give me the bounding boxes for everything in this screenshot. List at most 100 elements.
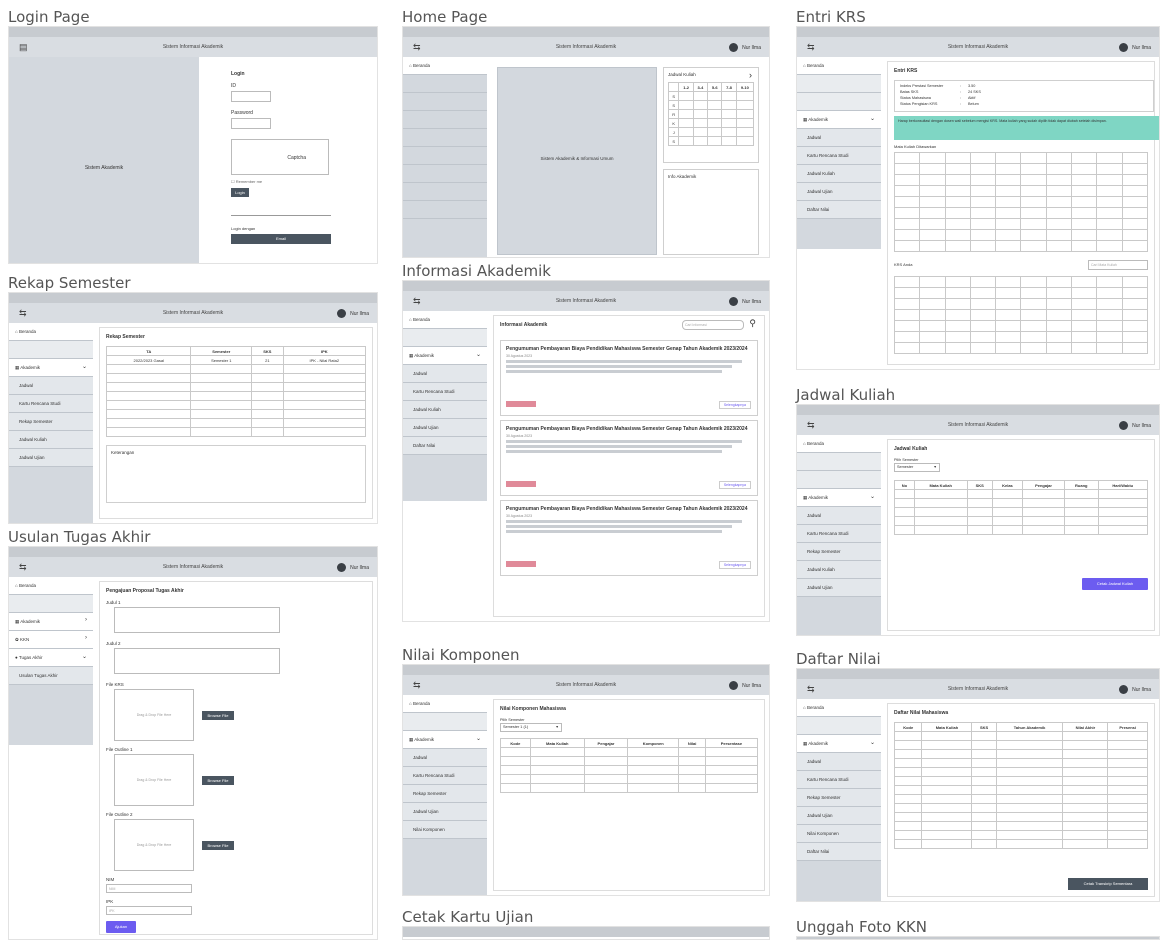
sidebar-item-krs[interactable]: Kartu Rencana Studi — [797, 771, 881, 789]
calendar-cell[interactable] — [678, 91, 694, 101]
sidebar-item-beranda[interactable]: ⌂ Beranda — [403, 57, 487, 75]
sidebar-item-tugas-akhir[interactable]: ● Tugas Akhir ⌄ — [9, 649, 93, 667]
sidebar-item-usulan[interactable]: Usulan Tugas Akhir — [9, 667, 93, 685]
login-button[interactable]: Login — [231, 188, 249, 197]
calendar-cell[interactable] — [692, 127, 709, 137]
sidebar-item-nilai-komponen[interactable]: Nilai Komponen — [797, 825, 881, 843]
sidebar-item[interactable] — [797, 93, 881, 111]
article-card[interactable]: Pengumuman Pembayaran Biaya Pendidikan M… — [500, 340, 758, 416]
calendar-cell[interactable] — [692, 136, 709, 146]
user-menu[interactable]: Nur Ilma — [337, 309, 369, 318]
sidebar-item-daftar-nilai[interactable]: Daftar Nilai — [403, 437, 487, 455]
sidebar-item[interactable] — [797, 471, 881, 489]
calendar-cell[interactable] — [692, 109, 709, 119]
sidebar-item-akademik[interactable]: ▦ Akademik ⌄ — [797, 489, 881, 507]
read-more-button[interactable]: Selengkapnya — [718, 401, 751, 409]
calendar-cell[interactable] — [707, 109, 723, 119]
calendar-cell[interactable] — [721, 100, 737, 110]
calendar-cell[interactable] — [735, 127, 755, 137]
sidebar-item-beranda[interactable]: ⌂ Beranda — [797, 699, 881, 717]
calendar-cell[interactable] — [707, 136, 723, 146]
calendar-cell[interactable] — [735, 109, 755, 119]
info-search-input[interactable]: Cari Informasi — [682, 320, 744, 330]
article-card[interactable]: Pengumuman Pembayaran Biaya Pendidikan M… — [500, 500, 758, 576]
sidebar-item-beranda[interactable]: ⌂ Beranda — [9, 323, 93, 341]
sidebar-item-krs[interactable]: Kartu Rencana Studi — [9, 395, 93, 413]
calendar-cell[interactable] — [735, 136, 755, 146]
sidebar-item[interactable] — [403, 93, 487, 111]
file-drop-zone[interactable]: Drag & Drop File Here — [114, 689, 194, 741]
user-menu[interactable]: Nur Ilma — [1119, 43, 1151, 52]
user-menu[interactable]: Nur Ilma — [729, 297, 761, 306]
nim-input[interactable]: NIM — [106, 884, 192, 893]
submit-button[interactable]: Ajukan — [106, 921, 136, 933]
calendar-cell[interactable] — [692, 91, 709, 101]
sidebar-item-akademik[interactable]: ▦ Akademik ⌄ — [403, 347, 487, 365]
sidebar-item-akademik[interactable]: ▦ Akademik › — [9, 613, 93, 631]
calendar-cell[interactable] — [721, 136, 737, 146]
user-menu[interactable]: Nur Ilma — [729, 43, 761, 52]
sidebar-item-jadwal-kuliah[interactable]: Jadwal Kuliah — [797, 165, 881, 183]
sidebar-item-beranda[interactable]: ⌂ Beranda — [403, 695, 487, 713]
sidebar-item-jadwal[interactable]: Jadwal — [797, 753, 881, 771]
calendar-cell[interactable] — [721, 91, 737, 101]
calendar-cell[interactable] — [707, 91, 723, 101]
user-menu[interactable]: Nur Ilma — [1119, 421, 1151, 430]
sidebar-item[interactable] — [797, 75, 881, 93]
sidebar-item-jadwal-ujian[interactable]: Jadwal Ujian — [9, 449, 93, 467]
calendar-cell[interactable] — [678, 109, 694, 119]
password-input[interactable] — [231, 118, 271, 129]
semester-select[interactable]: Semester 1 (1) ▾ — [500, 723, 562, 732]
sidebar-item-krs[interactable]: Kartu Rencana Studi — [797, 525, 881, 543]
sidebar-item-akademik[interactable]: ▦ Akademik ⌄ — [403, 731, 487, 749]
sidebar-item-jadwal-ujian[interactable]: Jadwal Ujian — [797, 579, 881, 597]
judul2-input[interactable] — [114, 648, 280, 674]
sidebar-item-akademik[interactable]: ▦ Akademik ⌄ — [9, 359, 93, 377]
calendar-next-icon[interactable]: › — [749, 70, 752, 80]
sidebar-item-rekap[interactable]: Rekap Semester — [9, 413, 93, 431]
calendar-cell[interactable] — [707, 100, 723, 110]
sidebar-item[interactable] — [9, 341, 93, 359]
calendar-cell[interactable] — [678, 127, 694, 137]
sidebar-item[interactable] — [797, 453, 881, 471]
sidebar-item[interactable] — [403, 111, 487, 129]
semester-select[interactable]: Semester ▾ — [894, 463, 940, 472]
sidebar-item-jadwal[interactable]: Jadwal — [403, 749, 487, 767]
sidebar-item-akademik[interactable]: ▦ Akademik ⌄ — [797, 735, 881, 753]
calendar-cell[interactable] — [721, 127, 737, 137]
read-more-button[interactable]: Selengkapnya — [718, 561, 751, 569]
calendar-cell[interactable] — [721, 118, 737, 128]
sidebar-item-beranda[interactable]: ⌂ Beranda — [9, 577, 93, 595]
sidebar-item[interactable] — [403, 183, 487, 201]
sidebar-item[interactable] — [403, 75, 487, 93]
sidebar-item-jadwal-kuliah[interactable]: Jadwal Kuliah — [9, 431, 93, 449]
sidebar-item-jadwal-kuliah[interactable]: Jadwal Kuliah — [797, 561, 881, 579]
sidebar-item-jadwal-kuliah[interactable]: Jadwal Kuliah — [403, 401, 487, 419]
sidebar-item-beranda[interactable]: ⌂ Beranda — [797, 435, 881, 453]
ipk-input[interactable]: IPK — [106, 906, 192, 915]
calendar-cell[interactable] — [735, 118, 755, 128]
sidebar-item-krs[interactable]: Kartu Rencana Studi — [403, 767, 487, 785]
krs-search-input[interactable]: Cari Mata Kuliah — [1088, 260, 1148, 270]
calendar-cell[interactable] — [678, 118, 694, 128]
sidebar-item-beranda[interactable]: ⌂ Beranda — [403, 311, 487, 329]
sidebar-item[interactable] — [403, 165, 487, 183]
file-drop-zone[interactable]: Drag & Drop File Here — [114, 819, 194, 871]
sidebar-item-jadwal[interactable]: Jadwal — [9, 377, 93, 395]
sidebar-item-rekap[interactable]: Rekap Semester — [797, 543, 881, 561]
sidebar-item-beranda[interactable]: ⌂ Beranda — [797, 57, 881, 75]
browse-file-button[interactable]: Browse File — [202, 840, 234, 850]
calendar-cell[interactable] — [735, 91, 755, 101]
article-card[interactable]: Pengumuman Pembayaran Biaya Pendidikan M… — [500, 420, 758, 496]
calendar-cell[interactable] — [707, 118, 723, 128]
id-input[interactable] — [231, 91, 271, 102]
sidebar-item-akademik[interactable]: ▦ Akademik ⌄ — [797, 111, 881, 129]
sidebar-item-rekap[interactable]: Rekap Semester — [403, 785, 487, 803]
sidebar-item[interactable] — [403, 147, 487, 165]
sidebar-item[interactable] — [403, 329, 487, 347]
sidebar-item-jadwal[interactable]: Jadwal — [403, 365, 487, 383]
search-icon[interactable]: ⚲ — [749, 318, 756, 329]
sidebar-item[interactable] — [9, 595, 93, 613]
judul1-input[interactable] — [114, 607, 280, 633]
sidebar-item-krs[interactable]: Kartu Rencana Studi — [403, 383, 487, 401]
